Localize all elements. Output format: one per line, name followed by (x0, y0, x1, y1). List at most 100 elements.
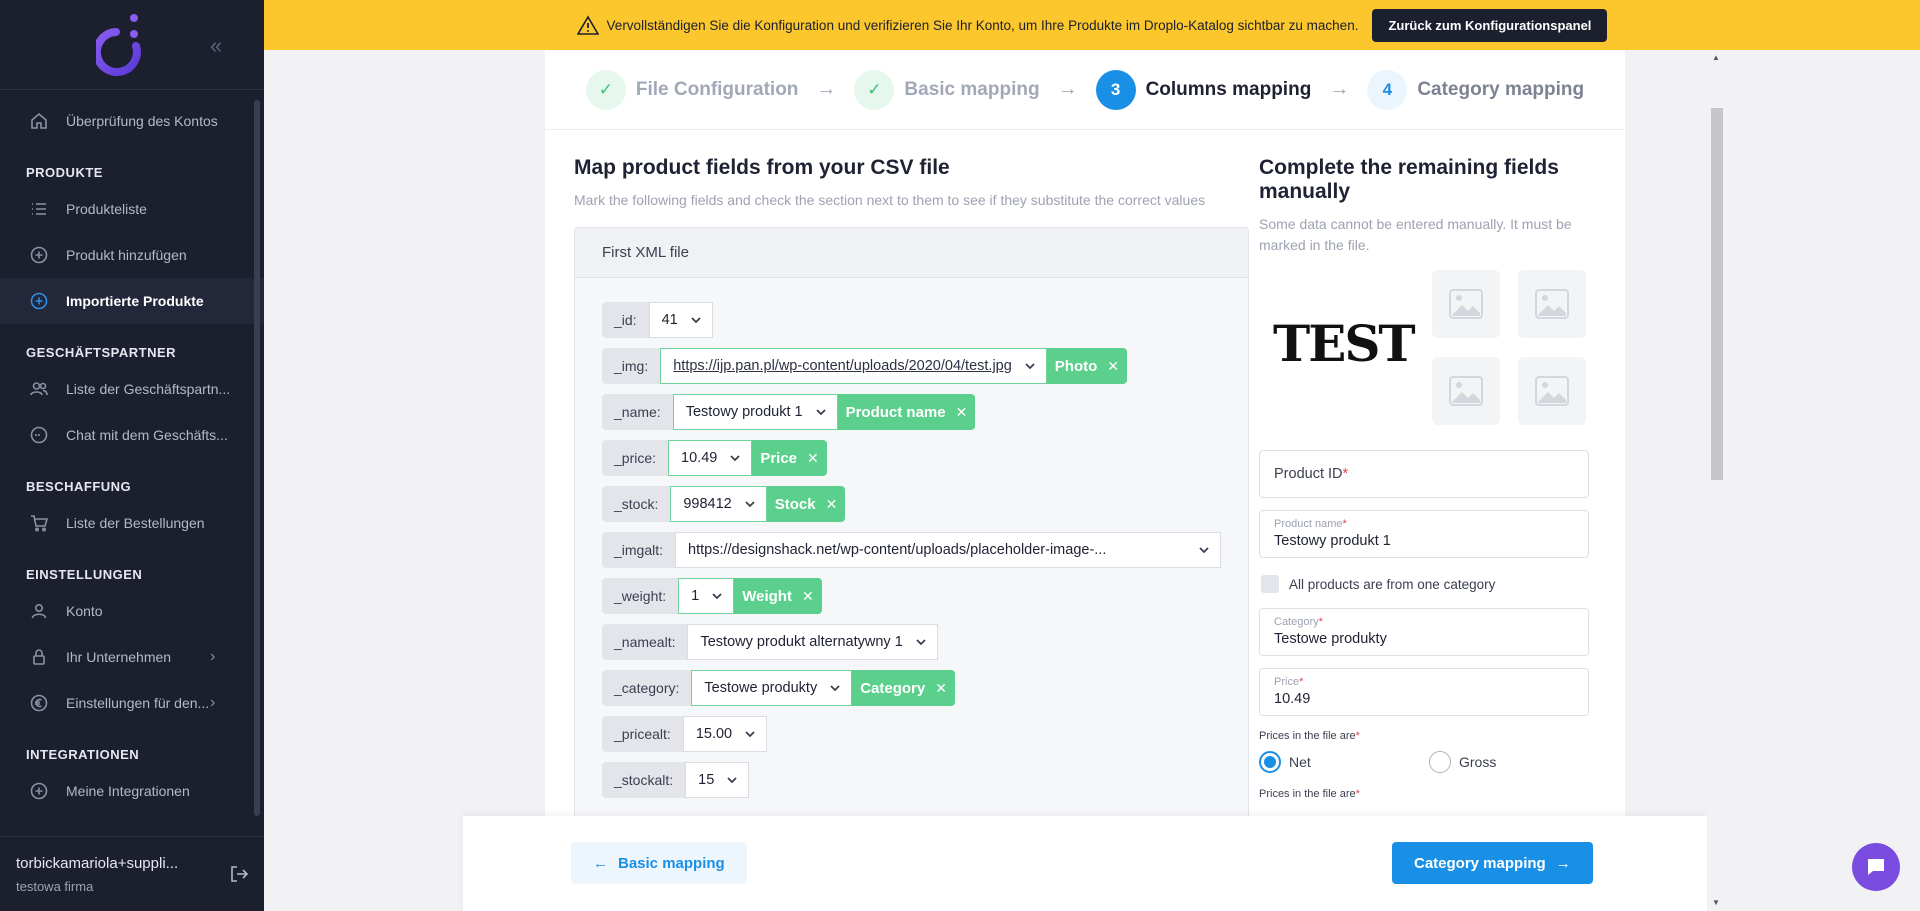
mapped-field-badge[interactable]: Photo ✕ (1046, 348, 1128, 384)
close-icon[interactable]: ✕ (807, 450, 819, 467)
sidebar-item-label: Liste der Bestellungen (66, 515, 205, 531)
image-placeholder-icon[interactable] (1518, 357, 1586, 425)
droplo-logo[interactable] (96, 14, 148, 76)
column-select[interactable]: 41 (648, 302, 713, 338)
chevron-down-icon (711, 590, 723, 602)
required-mark: * (1318, 616, 1323, 628)
list-icon (28, 198, 50, 220)
mapped-field-badge[interactable]: Product name ✕ (837, 394, 976, 430)
back-basic-mapping-button[interactable]: ← Basic mapping (571, 842, 747, 884)
gross-radio[interactable] (1429, 751, 1451, 773)
back-to-config-button[interactable]: Zurück zum Konfigurationspanel (1372, 8, 1608, 42)
chevron-right-icon: › (210, 648, 216, 665)
sidebar-item-company[interactable]: Ihr Unternehmen › (0, 634, 264, 680)
net-radio[interactable] (1259, 751, 1281, 773)
mapped-field-badge[interactable]: Price ✕ (752, 440, 827, 476)
step-label: File Configuration (635, 78, 799, 100)
step-columns-mapping[interactable]: 3 Columns mapping (1095, 69, 1312, 110)
section-title-integrations: INTEGRATIONEN (26, 747, 140, 762)
step-file-configuration[interactable]: ✓ File Configuration (585, 69, 799, 110)
mapped-field-badge[interactable]: Stock ✕ (766, 486, 846, 522)
mapping-row: _name: Testowy produkt 1 Product name ✕ (602, 394, 1221, 430)
sidebar-item-account-review[interactable]: Überprüfung des Kontos (0, 98, 264, 144)
column-select-value: 10.49 (681, 450, 718, 466)
sidebar-item-label: Importierte Produkte (66, 293, 204, 309)
step-basic-mapping[interactable]: ✓ Basic mapping (854, 69, 1040, 110)
price-field[interactable]: Price* 10.49 (1259, 668, 1589, 716)
close-icon[interactable]: ✕ (956, 404, 968, 421)
mapped-field-badge[interactable]: Category ✕ (852, 670, 955, 706)
field-tag: _namealt: (602, 624, 688, 660)
main-product-image[interactable]: TEST (1273, 314, 1416, 373)
one-category-checkbox[interactable] (1261, 575, 1279, 593)
close-icon[interactable]: ✕ (1107, 358, 1119, 375)
image-placeholder-icon[interactable] (1432, 357, 1500, 425)
euro-icon (28, 692, 50, 714)
column-select[interactable]: 10.49 (668, 440, 753, 476)
one-category-row[interactable]: All products are from one category (1259, 572, 1589, 596)
sidebar-scrollbar[interactable] (254, 100, 260, 816)
scrollbar-thumb[interactable] (1711, 108, 1723, 480)
scroll-down-icon[interactable]: ▼ (1712, 898, 1720, 907)
step-label: Basic mapping (904, 78, 1040, 100)
user-name: torbickamariola+suppli... (16, 855, 179, 872)
arrow-right-icon: → (816, 78, 837, 100)
image-placeholder-icon[interactable] (1432, 270, 1500, 338)
column-select[interactable]: https://ijp.pan.pl/wp-content/uploads/20… (660, 348, 1047, 384)
sidebar-item-partner-list[interactable]: Liste der Geschäftspartn... (0, 366, 264, 412)
sidebar-item-label: Meine Integrationen (66, 783, 190, 799)
mapping-rows: _id: 41 _img: https://ijp.pan.pl/wp-content… (575, 278, 1248, 798)
column-select-value: https://designshack.net/wp-content/uploa… (688, 542, 1107, 558)
mapping-section: Map product fields from your CSV file Ma… (574, 156, 1249, 827)
category-label: Category (1274, 616, 1319, 628)
close-icon[interactable]: ✕ (802, 588, 814, 605)
sidebar-item-imported-products[interactable]: Importierte Produkte (0, 278, 264, 324)
next-category-mapping-button[interactable]: Category mapping → (1392, 842, 1593, 884)
step-label: Columns mapping (1145, 78, 1312, 100)
column-select[interactable]: 15.00 (682, 716, 768, 752)
sidebar-item-my-integrations[interactable]: Meine Integrationen (0, 768, 264, 814)
required-mark: * (1299, 676, 1304, 688)
warning-banner: Vervollständigen Sie die Konfiguration u… (264, 0, 1920, 50)
close-icon[interactable]: ✕ (935, 680, 947, 697)
column-select[interactable]: 1 (678, 578, 735, 614)
column-select[interactable]: https://designshack.net/wp-content/uploa… (675, 532, 1221, 568)
net-label: Net (1289, 754, 1311, 770)
column-select[interactable]: 15 (685, 762, 750, 798)
sidebar-item-orders[interactable]: Liste der Bestellungen (0, 500, 264, 546)
step-category-mapping[interactable]: 4 Category mapping (1367, 69, 1584, 110)
sidebar-item-add-product[interactable]: Produkt hinzufügen (0, 232, 264, 278)
sidebar-item-settings-for[interactable]: Einstellungen für den... › (0, 680, 264, 726)
main-scrollbar[interactable]: ▲ ▼ (1707, 50, 1725, 911)
sidebar-item-account[interactable]: Konto (0, 588, 264, 634)
logout-icon[interactable] (228, 863, 250, 885)
product-name-field[interactable]: Product name* Testowy produkt 1 (1259, 510, 1589, 558)
collapse-sidebar-icon[interactable]: « (210, 33, 222, 59)
column-select[interactable]: Testowy produkt alternatywny 1 (687, 624, 938, 660)
product-id-field[interactable]: Product ID * (1259, 450, 1589, 498)
column-select[interactable]: Testowy produkt 1 (672, 394, 838, 430)
mapping-row: _category: Testowe produkty Category ✕ (602, 670, 1221, 706)
footer-bar: ← Basic mapping Category mapping → (463, 816, 1707, 911)
column-select[interactable]: Testowe produkty (691, 670, 853, 706)
field-tag: _stockalt: (602, 762, 686, 798)
mapping-row: _id: 41 (602, 302, 1221, 338)
sidebar-item-partner-chat[interactable]: Chat mit dem Geschäfts... (0, 412, 264, 458)
mapped-field-badge[interactable]: Weight ✕ (734, 578, 822, 614)
column-select[interactable]: 998412 (670, 486, 767, 522)
column-select-value: Testowy produkt alternatywny 1 (700, 634, 903, 650)
column-select-value: 15 (698, 772, 715, 788)
sidebar-item-product-list[interactable]: Produkteliste (0, 186, 264, 232)
image-placeholder-icon[interactable] (1518, 270, 1586, 338)
close-icon[interactable]: ✕ (826, 496, 838, 513)
field-tag: _weight: (602, 578, 679, 614)
sidebar-item-label: Liste der Geschäftspartn... (66, 381, 231, 397)
scroll-up-icon[interactable]: ▲ (1712, 53, 1720, 62)
plus-circle-icon (28, 290, 50, 312)
prices-type-label-2: Prices in the file are* (1259, 788, 1360, 800)
chat-bubble-icon (1868, 859, 1884, 875)
manual-title: Complete the remaining fields manually (1259, 156, 1559, 203)
chat-widget-button[interactable] (1852, 843, 1900, 891)
sidebar-item-label: Produkt hinzufügen (66, 247, 187, 263)
category-field[interactable]: Category* Testowe produkty (1259, 608, 1589, 656)
